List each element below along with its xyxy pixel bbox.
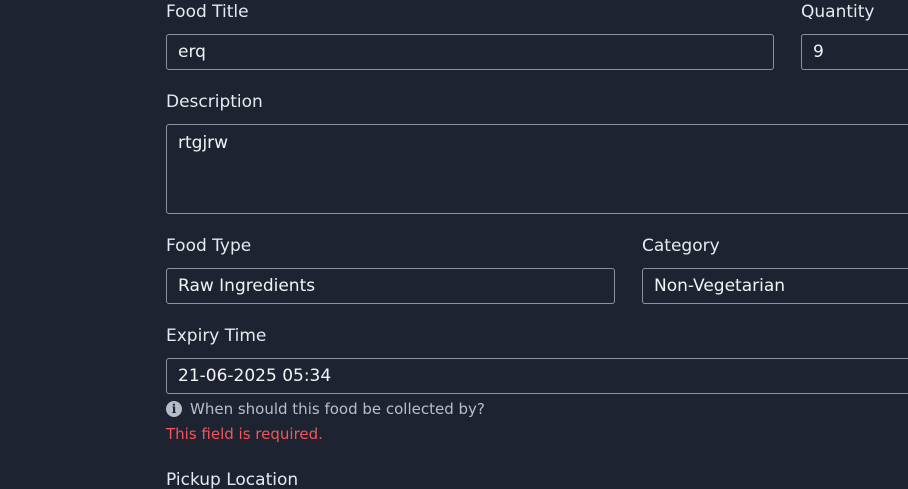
expiry-time-input[interactable]	[166, 358, 908, 394]
category-select[interactable]	[642, 268, 908, 304]
category-label: Category	[642, 236, 720, 256]
quantity-label: Quantity	[801, 2, 875, 22]
expiry-time-hint: i When should this food be collected by?	[166, 399, 485, 419]
expiry-time-label: Expiry Time	[166, 326, 267, 346]
expiry-time-hint-text: When should this food be collected by?	[190, 400, 485, 418]
food-type-label: Food Type	[166, 236, 252, 256]
quantity-input[interactable]	[801, 34, 908, 70]
info-icon: i	[166, 401, 182, 417]
food-donation-form: Food Title Quantity Description rtgjrw F…	[0, 0, 908, 489]
description-label: Description	[166, 92, 263, 112]
food-type-select[interactable]	[166, 268, 615, 304]
description-textarea[interactable]: rtgjrw	[166, 124, 908, 214]
pickup-location-label: Pickup Location	[166, 470, 299, 489]
food-title-label: Food Title	[166, 2, 249, 22]
expiry-time-error: This field is required.	[166, 425, 323, 443]
food-title-input[interactable]	[166, 34, 774, 70]
